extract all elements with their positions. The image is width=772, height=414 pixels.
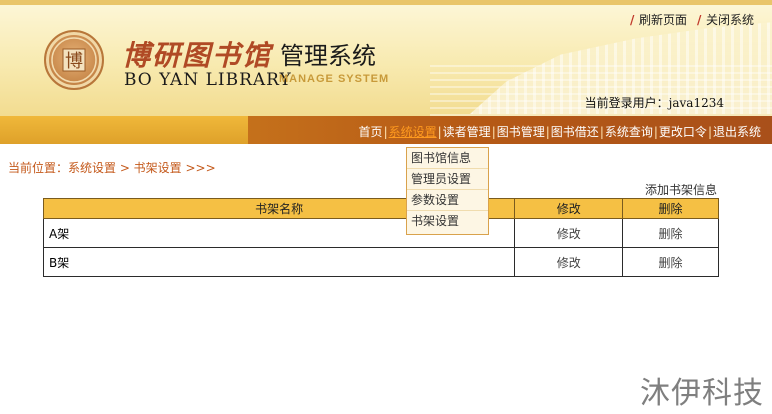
delete-link[interactable]: 删除 bbox=[622, 247, 719, 277]
seal-emblem: 博 bbox=[51, 37, 97, 83]
menu-item-parameter-settings[interactable]: 参数设置 bbox=[407, 190, 488, 211]
system-title: 管理系统 bbox=[280, 42, 376, 70]
login-info: 当前登录用户：java1234 bbox=[585, 94, 724, 111]
add-shelf-link[interactable]: 添加书架信息 bbox=[645, 181, 717, 198]
breadcrumb: 当前位置：系统设置 > 书架设置 >>> bbox=[8, 161, 216, 175]
table-header-row: 书架名称 修改 删除 bbox=[42, 198, 719, 219]
system-settings-dropdown: 图书馆信息 管理员设置 参数设置 书架设置 bbox=[406, 147, 489, 235]
header-top-stripe bbox=[0, 0, 772, 5]
nav-item-reader-management[interactable]: 读者管理 bbox=[443, 123, 491, 140]
column-header-edit: 修改 bbox=[514, 198, 624, 219]
nav-item-borrow-return[interactable]: 图书借还 bbox=[551, 123, 599, 140]
login-label: 当前登录用户： bbox=[584, 96, 669, 110]
nav-item-system-query[interactable]: 系统查询 bbox=[605, 123, 653, 140]
refresh-page-link[interactable]: / 刷新页面 bbox=[630, 11, 687, 28]
close-system-label: 关闭系统 bbox=[705, 13, 754, 27]
logo-english-subtitle: MANAGE SYSTEM bbox=[279, 73, 390, 85]
menu-item-shelf-settings[interactable]: 书架设置 bbox=[407, 211, 488, 232]
logo-english-name: BO YAN LIBRARY bbox=[124, 70, 292, 90]
refresh-page-label: 刷新页面 bbox=[638, 13, 687, 27]
main-nav: 首页 | 系统设置 | 读者管理 | 图书管理 | 图书借还 | 系统查询 | … bbox=[359, 123, 761, 140]
watermark: 沐伊科技 bbox=[640, 376, 764, 411]
logo-chinese-name: 博研图书馆 bbox=[122, 39, 273, 72]
svg-text:博: 博 bbox=[65, 51, 83, 72]
slash-icon: / bbox=[696, 12, 702, 27]
edit-link[interactable]: 修改 bbox=[514, 247, 624, 277]
edit-link[interactable]: 修改 bbox=[514, 218, 624, 248]
column-header-delete: 删除 bbox=[622, 198, 719, 219]
table-row: A架 修改 删除 bbox=[42, 218, 719, 248]
login-username: java1234 bbox=[668, 96, 724, 110]
delete-link[interactable]: 删除 bbox=[622, 218, 719, 248]
top-links: / 刷新页面 / 关闭系统 bbox=[630, 11, 754, 28]
menu-item-library-info[interactable]: 图书馆信息 bbox=[407, 148, 488, 169]
nav-item-system-settings[interactable]: 系统设置 bbox=[389, 123, 437, 140]
menu-item-admin-settings[interactable]: 管理员设置 bbox=[407, 169, 488, 190]
nav-bar-left-band bbox=[0, 116, 248, 144]
nav-item-change-password[interactable]: 更改口令 bbox=[659, 123, 707, 140]
close-system-link[interactable]: / 关闭系统 bbox=[697, 11, 754, 28]
nav-item-home[interactable]: 首页 bbox=[359, 123, 383, 140]
table-row: B架 修改 删除 bbox=[42, 247, 719, 277]
header-banner: / 刷新页面 / 关闭系统 博 博研图书馆 管理系统 BO YAN LIBRAR… bbox=[0, 0, 772, 116]
slash-icon: / bbox=[629, 12, 635, 27]
library-seal-logo: 博 bbox=[44, 30, 104, 90]
main-nav-bar: 首页 | 系统设置 | 读者管理 | 图书管理 | 图书借还 | 系统查询 | … bbox=[0, 116, 772, 144]
nav-item-book-management[interactable]: 图书管理 bbox=[497, 123, 545, 140]
nav-item-logout[interactable]: 退出系统 bbox=[713, 123, 761, 140]
shelf-name-cell: B架 bbox=[42, 247, 516, 277]
shelf-table: 书架名称 修改 删除 A架 修改 删除 B架 修改 删除 bbox=[42, 198, 719, 277]
